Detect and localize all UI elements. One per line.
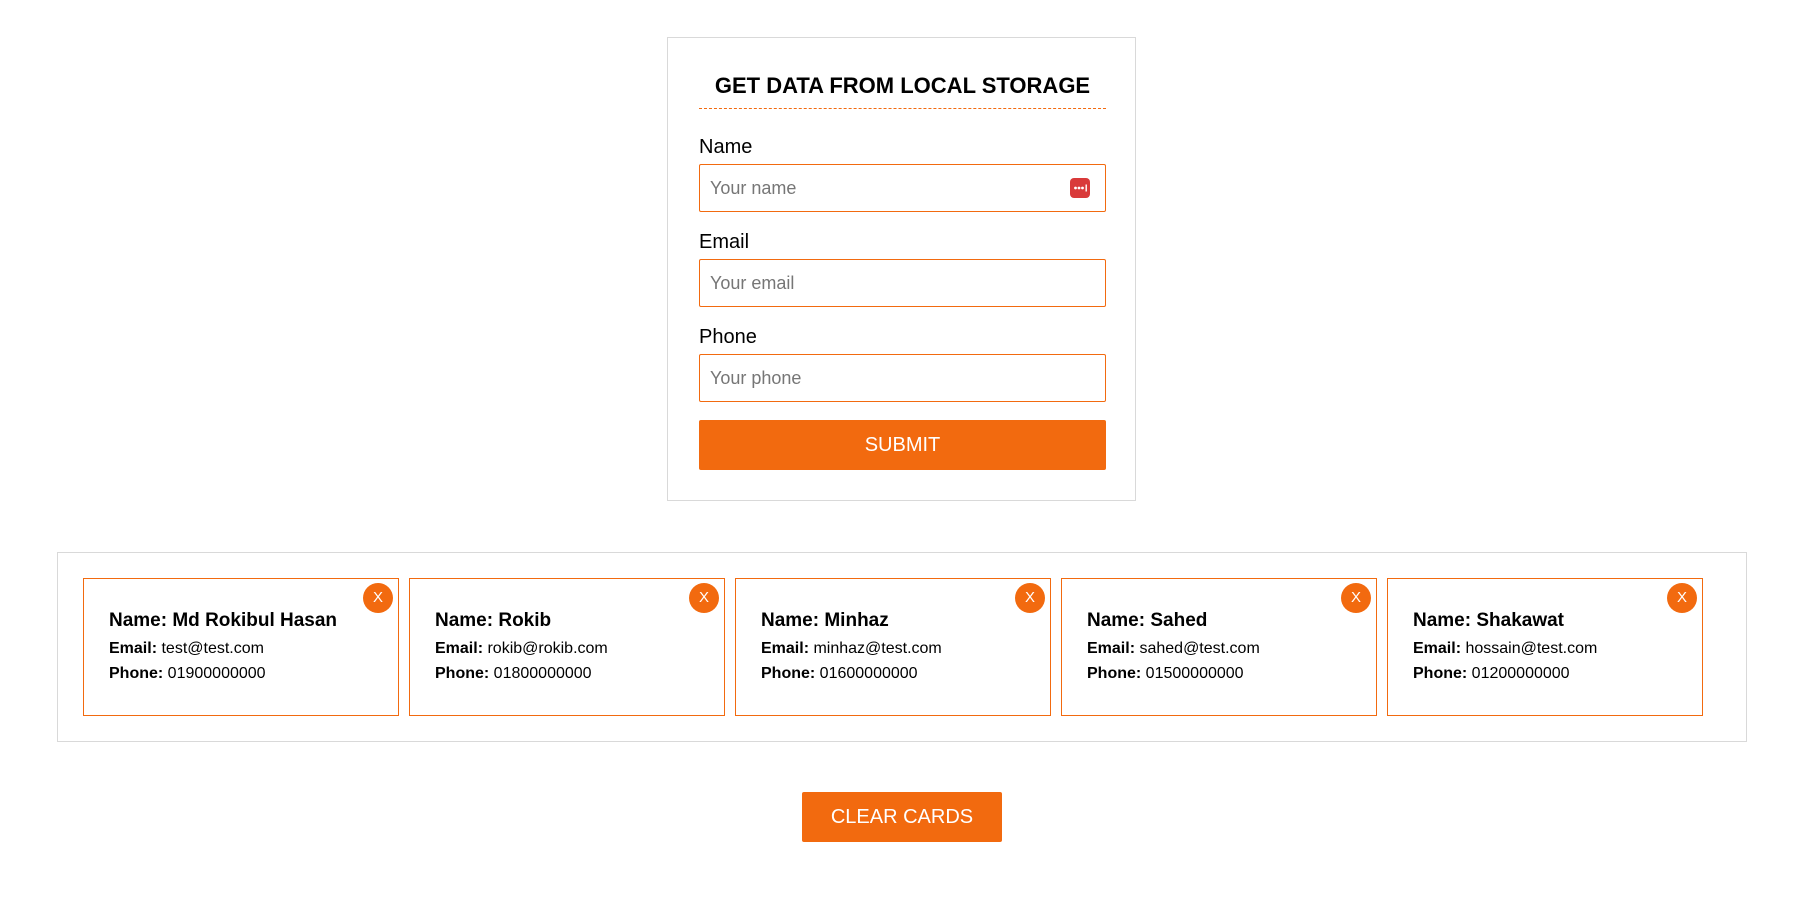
email-input[interactable] bbox=[699, 259, 1106, 307]
name-label: Name bbox=[699, 136, 753, 158]
name-input[interactable] bbox=[699, 164, 1106, 212]
card-phone: 01800000000 bbox=[493, 665, 592, 682]
card-email-line: Email: rokib@rokib.com bbox=[435, 639, 608, 659]
card-email: minhaz@test.com bbox=[813, 640, 942, 657]
submit-button[interactable]: SUBMIT bbox=[699, 420, 1106, 470]
card-name: Name: Md Rokibul Hasan bbox=[109, 610, 338, 631]
card-email: test@test.com bbox=[161, 640, 264, 657]
card-name: Name: Minhaz bbox=[761, 610, 889, 631]
card-phone-label: Phone: bbox=[435, 665, 490, 682]
card-phone-line: Phone: 01600000000 bbox=[761, 664, 918, 684]
email-label: Email bbox=[699, 231, 750, 253]
card-phone-label: Phone: bbox=[1413, 665, 1468, 682]
card-name: Name: Sahed bbox=[1087, 610, 1208, 631]
card-email-label: Email: bbox=[1087, 640, 1136, 657]
password-manager-icon[interactable] bbox=[1070, 178, 1090, 198]
card-phone-line: Phone: 01500000000 bbox=[1087, 664, 1244, 684]
card-email: sahed@test.com bbox=[1139, 640, 1260, 657]
cards-panel: X Name: Md Rokibul Hasan Email: test@tes… bbox=[57, 552, 1747, 742]
card-email-line: Email: hossain@test.com bbox=[1413, 639, 1597, 659]
card-phone: 01200000000 bbox=[1471, 665, 1570, 682]
card-email-line: Email: test@test.com bbox=[109, 639, 264, 659]
card-phone-line: Phone: 01800000000 bbox=[435, 664, 592, 684]
card-email-label: Email: bbox=[761, 640, 810, 657]
card-phone: 01500000000 bbox=[1145, 665, 1244, 682]
card-email-line: Email: sahed@test.com bbox=[1087, 639, 1260, 659]
close-card-button[interactable]: X bbox=[1667, 583, 1697, 613]
close-card-button[interactable]: X bbox=[1015, 583, 1045, 613]
card-email-line: Email: minhaz@test.com bbox=[761, 639, 942, 659]
form-card: GET DATA FROM LOCAL STORAGE Name Email P… bbox=[667, 37, 1136, 501]
card-phone-label: Phone: bbox=[1087, 665, 1142, 682]
card-phone-line: Phone: 01200000000 bbox=[1413, 664, 1570, 684]
phone-label: Phone bbox=[699, 326, 757, 348]
card-phone-label: Phone: bbox=[109, 665, 164, 682]
card: X Name: Md Rokibul Hasan Email: test@tes… bbox=[83, 578, 399, 716]
card: X Name: Minhaz Email: minhaz@test.com Ph… bbox=[735, 578, 1051, 716]
card-phone-label: Phone: bbox=[761, 665, 816, 682]
card-phone: 01600000000 bbox=[819, 665, 918, 682]
clear-cards-button[interactable]: CLEAR CARDS bbox=[802, 792, 1002, 842]
card-name: Name: Rokib bbox=[435, 610, 552, 631]
card-email: rokib@rokib.com bbox=[487, 640, 608, 657]
card-phone: 01900000000 bbox=[167, 665, 266, 682]
close-card-button[interactable]: X bbox=[1341, 583, 1371, 613]
card: X Name: Rokib Email: rokib@rokib.com Pho… bbox=[409, 578, 725, 716]
phone-input[interactable] bbox=[699, 354, 1106, 402]
card-email-label: Email: bbox=[1413, 640, 1462, 657]
close-card-button[interactable]: X bbox=[689, 583, 719, 613]
form-title: GET DATA FROM LOCAL STORAGE bbox=[699, 72, 1106, 109]
close-card-button[interactable]: X bbox=[363, 583, 393, 613]
card-email-label: Email: bbox=[435, 640, 484, 657]
card-email: hossain@test.com bbox=[1465, 640, 1598, 657]
card-email-label: Email: bbox=[109, 640, 158, 657]
card-phone-line: Phone: 01900000000 bbox=[109, 664, 266, 684]
card: X Name: Sahed Email: sahed@test.com Phon… bbox=[1061, 578, 1377, 716]
card: X Name: Shakawat Email: hossain@test.com… bbox=[1387, 578, 1703, 716]
card-name: Name: Shakawat bbox=[1413, 610, 1565, 631]
